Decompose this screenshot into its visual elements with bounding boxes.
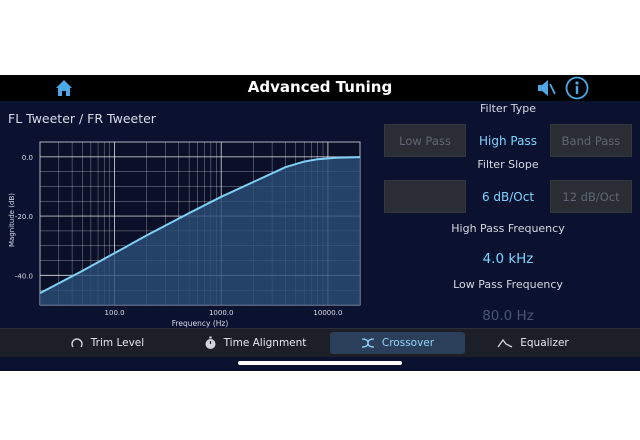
info-icon[interactable]: [565, 76, 589, 100]
y-tick-label: -20.0: [15, 213, 33, 221]
high-pass-button[interactable]: High Pass: [468, 124, 548, 157]
tab-trim-level[interactable]: Trim Level: [52, 332, 162, 354]
low-pass-frequency-value[interactable]: 80.0 Hz: [448, 308, 568, 324]
x-tick-label: 1000.0: [209, 309, 234, 317]
home-indicator[interactable]: [238, 361, 402, 365]
filter-slope-label: Filter Slope: [477, 158, 539, 171]
tab-equalizer-label: Equalizer: [520, 337, 569, 349]
crossover-icon: [361, 338, 374, 348]
app-window: Advanced Tuning FL Tweeter / FR Tweeter …: [0, 75, 640, 371]
stopwatch-icon: [205, 336, 216, 349]
high-pass-frequency-value[interactable]: 4.0 kHz: [448, 251, 568, 267]
tab-equalizer[interactable]: Equalizer: [478, 332, 588, 354]
y-axis-label: Magnitude (dB): [8, 193, 16, 247]
low-pass-frequency-label: Low Pass Frequency: [453, 278, 563, 291]
y-tick-label: 0.0: [22, 154, 33, 162]
x-axis-label: Frequency (Hz): [172, 319, 229, 328]
x-tick-label: 10000.0: [313, 309, 342, 317]
high-pass-frequency-label: High Pass Frequency: [451, 222, 565, 235]
low-pass-button[interactable]: Low Pass: [384, 124, 466, 157]
frequency-response-chart: 100.0 1000.0 10000.0 0.0 -20.0 -40.0 Frequenc…: [0, 130, 368, 330]
top-bar: Advanced Tuning: [0, 75, 640, 101]
bottom-tab-bar: Trim Level Time Alignment Crossover Equa…: [0, 328, 640, 357]
tab-crossover-label: Crossover: [381, 337, 435, 349]
y-tick-label: -40.0: [15, 272, 33, 280]
slope-empty-button[interactable]: [384, 180, 466, 213]
tab-time-alignment-label: Time Alignment: [223, 337, 307, 349]
chart-title: FL Tweeter / FR Tweeter: [8, 111, 156, 126]
trim-level-icon: [71, 338, 83, 348]
slope-12db-button[interactable]: 12 dB/Oct: [550, 180, 632, 213]
filter-type-label: Filter Type: [479, 102, 536, 115]
tab-crossover[interactable]: Crossover: [330, 332, 465, 354]
slope-6db-button[interactable]: 6 dB/Oct: [468, 180, 548, 213]
x-tick-label: 100.0: [105, 309, 125, 317]
band-pass-button[interactable]: Band Pass: [550, 124, 632, 157]
chart-svg: 100.0 1000.0 10000.0 0.0 -20.0 -40.0 Frequenc…: [8, 141, 361, 328]
equalizer-icon: [497, 338, 513, 348]
tab-time-alignment[interactable]: Time Alignment: [190, 332, 320, 354]
speaker-icon[interactable]: [536, 78, 556, 98]
tab-trim-level-label: Trim Level: [90, 337, 145, 349]
